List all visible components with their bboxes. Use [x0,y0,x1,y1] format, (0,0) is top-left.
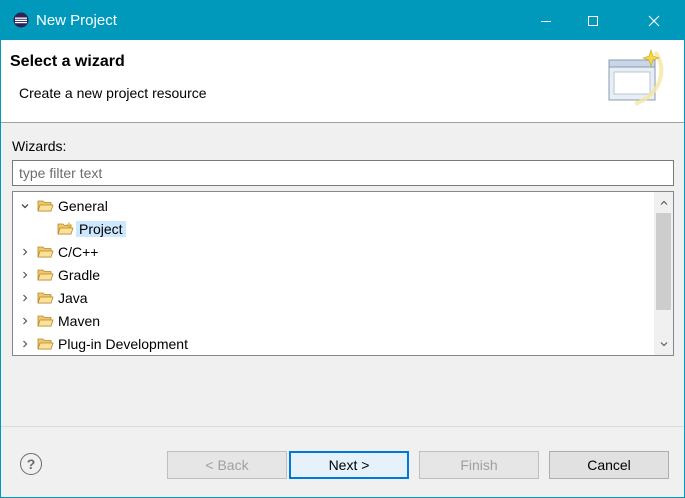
minimize-button[interactable] [523,1,569,40]
tree-item-java[interactable]: Java [19,286,88,309]
chevron-down-icon [660,342,667,347]
chevron-right-icon[interactable] [19,269,31,281]
tree-item-label: C/C++ [58,243,99,260]
tree-item-c-cpp[interactable]: C/C++ [19,240,98,263]
folder-icon [37,246,54,257]
help-icon: ? [26,456,36,472]
chevron-up-icon [660,200,667,205]
chevron-right-icon[interactable] [19,315,31,327]
scroll-down-button[interactable] [654,335,673,353]
open-folder-icon [37,200,54,211]
maximize-icon [588,15,598,26]
page-description: Create a new project resource [19,85,207,101]
wizard-tree[interactable]: General Project C/C++ Gradle Java Maven … [12,191,674,356]
project-folder-icon [57,221,74,234]
back-button[interactable]: < Back [167,451,287,479]
tree-item-general[interactable]: General [19,194,108,217]
tree-item-gradle[interactable]: Gradle [19,263,100,286]
tree-scrollbar[interactable] [654,192,673,355]
footer-divider [1,426,684,427]
folder-icon [37,315,54,326]
title-bar[interactable]: New Project [1,1,684,40]
tree-item-maven[interactable]: Maven [19,309,100,332]
tree-item-label: Gradle [58,266,101,283]
wizard-header: Select a wizard Create a new project res… [1,40,684,123]
tree-item-label: Project [76,220,126,237]
chevron-down-icon[interactable] [19,200,31,212]
chevron-right-icon[interactable] [19,246,31,258]
filter-input[interactable] [12,160,674,186]
wizards-label: Wizards: [12,138,67,154]
close-button[interactable] [631,1,677,40]
finish-button[interactable]: Finish [419,451,539,479]
chevron-right-icon[interactable] [19,292,31,304]
tree-item-label: General [58,197,108,214]
next-button[interactable]: Next > [289,451,409,479]
window-title: New Project [36,12,117,29]
close-icon [648,15,660,26]
new-project-dialog: New Project Select a wizard Create a new… [0,0,685,498]
tree-item-label: Maven [58,312,101,329]
tree-item-project[interactable]: Project [57,217,126,240]
folder-icon [37,338,54,349]
folder-icon [37,292,54,303]
scroll-thumb[interactable] [656,213,671,310]
maximize-button[interactable] [570,1,616,40]
tree-item-plugin-development[interactable]: Plug-in Development [19,332,188,355]
chevron-right-icon[interactable] [19,338,31,350]
cancel-button[interactable]: Cancel [549,451,669,479]
help-button[interactable]: ? [20,453,42,475]
tree-item-label: Plug-in Development [58,335,188,352]
scroll-up-button[interactable] [654,194,673,212]
new-project-banner-icon [608,49,664,106]
folder-icon [37,269,54,280]
eclipse-icon [13,12,29,28]
page-title: Select a wizard [10,53,125,70]
minimize-icon [541,20,551,22]
tree-item-label: Java [58,289,88,306]
